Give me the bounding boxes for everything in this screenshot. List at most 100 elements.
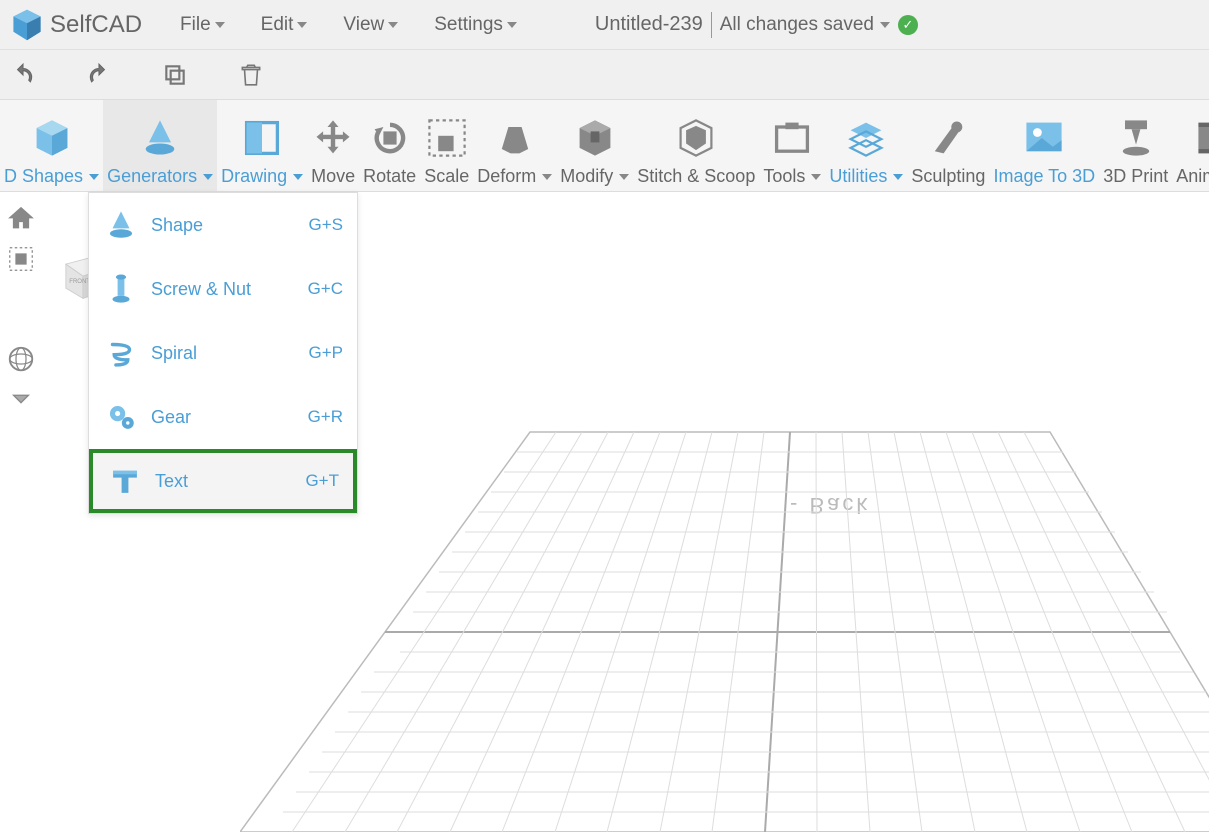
print-icon: [1114, 116, 1158, 160]
copy-icon[interactable]: [162, 62, 188, 88]
tool-label: Deform: [477, 166, 536, 187]
image-icon: [1022, 116, 1066, 160]
deform-icon: [493, 116, 537, 160]
tool-modify[interactable]: Modify: [556, 100, 633, 191]
chevron-down-icon: [388, 22, 398, 28]
chevron-down-icon: [293, 174, 303, 180]
tool-label: Modify: [560, 166, 613, 187]
tool-drawing[interactable]: Drawing: [217, 100, 307, 191]
tool-3d-shapes[interactable]: D Shapes: [0, 100, 103, 191]
tool-label: Sculpting: [911, 166, 985, 187]
menu-edit[interactable]: Edit: [243, 14, 326, 36]
menu-item-shortcut: G+T: [305, 471, 339, 491]
tool-sculpting[interactable]: Sculpting: [907, 100, 989, 191]
quick-toolbar: [0, 50, 1209, 100]
tool-animation[interactable]: Animation: [1172, 100, 1209, 191]
tool-3d-print[interactable]: 3D Print: [1099, 100, 1172, 191]
tool-label: D Shapes: [4, 166, 83, 187]
fit-view-icon[interactable]: [6, 244, 36, 274]
save-status-text[interactable]: All changes saved: [720, 14, 874, 36]
chevron-down-icon: [880, 22, 890, 28]
trash-icon[interactable]: [238, 62, 264, 88]
chevron-down-icon: [89, 174, 99, 180]
tool-label: Animation: [1176, 166, 1209, 187]
app-logo[interactable]: SelfCAD: [10, 8, 142, 42]
tool-stitch-scoop[interactable]: Stitch & Scoop: [633, 100, 759, 191]
menu-settings-label: Settings: [434, 14, 503, 36]
modify-icon: [573, 116, 617, 160]
chevron-down-icon: [215, 22, 225, 28]
tool-image-to-3d[interactable]: Image To 3D: [989, 100, 1099, 191]
chevron-down-icon[interactable]: [6, 384, 36, 414]
app-name: SelfCAD: [50, 11, 142, 39]
menu-item-text[interactable]: Text G+T: [89, 449, 357, 513]
drawing-icon: [240, 116, 284, 160]
tool-utilities[interactable]: Utilities: [825, 100, 907, 191]
animation-icon: [1194, 116, 1209, 160]
tool-move[interactable]: Move: [307, 100, 359, 191]
document-status: Untitled-239 All changes saved ✓: [595, 12, 918, 38]
menu-view[interactable]: View: [325, 14, 416, 36]
menu-view-label: View: [343, 14, 384, 36]
tool-label: Utilities: [829, 166, 887, 187]
tool-deform[interactable]: Deform: [473, 100, 556, 191]
menu-item-label: Screw & Nut: [151, 279, 308, 300]
selfcad-logo-icon: [10, 8, 44, 42]
menu-file-label: File: [180, 14, 211, 36]
scale-icon: [425, 116, 469, 160]
menu-item-label: Text: [155, 471, 305, 492]
menu-item-shortcut: G+C: [308, 279, 343, 299]
viewport-left-toolbar: [6, 204, 36, 414]
shape-icon: [103, 207, 139, 243]
menu-item-spiral[interactable]: Spiral G+P: [89, 321, 357, 385]
gear-icon: [103, 399, 139, 435]
grid-plane: [240, 352, 1209, 832]
menu-item-shortcut: G+P: [309, 343, 344, 363]
menu-item-shortcut: G+R: [308, 407, 343, 427]
sculpting-icon: [926, 116, 970, 160]
tools-icon: [770, 116, 814, 160]
menu-settings[interactable]: Settings: [416, 14, 535, 36]
tool-label: Move: [311, 166, 355, 187]
menu-file[interactable]: File: [162, 14, 243, 36]
move-icon: [311, 116, 355, 160]
redo-icon[interactable]: [86, 62, 112, 88]
tool-label: Scale: [424, 166, 469, 187]
tool-label: 3D Print: [1103, 166, 1168, 187]
rotate-icon: [368, 116, 412, 160]
tool-label: Rotate: [363, 166, 416, 187]
generators-icon: [138, 116, 182, 160]
tool-label: Drawing: [221, 166, 287, 187]
menu-item-shape[interactable]: Shape G+S: [89, 193, 357, 257]
chevron-down-icon: [893, 174, 903, 180]
menu-edit-label: Edit: [261, 14, 294, 36]
tool-tools[interactable]: Tools: [759, 100, 825, 191]
stitch-icon: [674, 116, 718, 160]
chevron-down-icon: [619, 174, 629, 180]
undo-icon[interactable]: [10, 62, 36, 88]
menu-item-screw-nut[interactable]: Screw & Nut G+C: [89, 257, 357, 321]
globe-icon[interactable]: [6, 344, 36, 374]
home-icon[interactable]: [6, 204, 36, 234]
chevron-down-icon: [297, 22, 307, 28]
menu-item-gear[interactable]: Gear G+R: [89, 385, 357, 449]
tool-rotate[interactable]: Rotate: [359, 100, 420, 191]
screw-icon: [103, 271, 139, 307]
menu-item-shortcut: G+S: [309, 215, 344, 235]
menu-item-label: Shape: [151, 215, 309, 236]
ribbon-toolbar: D Shapes Generators Drawing Move Rotate …: [0, 100, 1209, 192]
tool-label: Stitch & Scoop: [637, 166, 755, 187]
cube-icon: [30, 116, 74, 160]
tool-label: Generators: [107, 166, 197, 187]
tool-scale[interactable]: Scale: [420, 100, 473, 191]
chevron-down-icon: [203, 174, 213, 180]
menubar: SelfCAD File Edit View Settings Untitled…: [0, 0, 1209, 50]
tool-generators[interactable]: Generators: [103, 100, 217, 191]
saved-check-icon: ✓: [898, 15, 918, 35]
tool-label: Image To 3D: [993, 166, 1095, 187]
chevron-down-icon: [507, 22, 517, 28]
document-title[interactable]: Untitled-239: [595, 13, 703, 36]
menu-item-label: Spiral: [151, 343, 309, 364]
text-icon: [107, 463, 143, 499]
generators-dropdown: Shape G+S Screw & Nut G+C Spiral G+P Gea…: [88, 192, 358, 514]
